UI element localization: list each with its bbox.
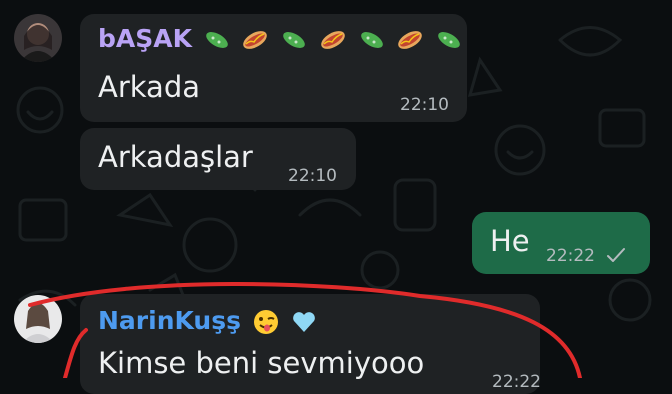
- sender-name-text: bAŞAK: [98, 24, 192, 53]
- avatar-basak[interactable]: [14, 14, 62, 62]
- message-time: 22:10: [288, 166, 337, 186]
- cucumber-emoji: [283, 32, 305, 48]
- sender-name[interactable]: bAŞAK: [98, 24, 463, 54]
- avatar-narinkuss[interactable]: [14, 295, 62, 343]
- message-bubble-outgoing[interactable]: He 22:22: [472, 212, 650, 274]
- message-time: 22:22: [546, 246, 595, 266]
- winking-tongue-emoji: [253, 310, 278, 334]
- message-text: Arkadaşlar: [98, 140, 253, 174]
- message-text: Arkada: [98, 70, 200, 104]
- cucumber-emoji: [205, 32, 228, 48]
- sent-checkmark-icon: [607, 248, 625, 262]
- cucumber-emoji: [438, 32, 460, 48]
- light-blue-heart-emoji: [293, 312, 316, 332]
- hotdog-emoji: [321, 31, 345, 49]
- message-bubble-incoming[interactable]: Arkadaşlar 22:10: [80, 128, 356, 190]
- message-bubble-incoming[interactable]: NarinKuşş Kimse beni sevmiyooo 22:22: [80, 294, 541, 394]
- message-time: 22:22: [492, 372, 541, 392]
- sender-name-text: NarinKuşş: [98, 306, 241, 335]
- message-time: 22:10: [400, 95, 449, 115]
- sender-name[interactable]: NarinKuşş: [98, 306, 318, 336]
- hotdog-emoji: [398, 31, 423, 49]
- message-text: He: [490, 224, 530, 258]
- hotdog-emoji: [243, 31, 268, 49]
- message-bubble-incoming[interactable]: bAŞAK Arkada 22:10: [80, 14, 467, 122]
- message-text: Kimse beni sevmiyooo: [98, 346, 425, 380]
- cucumber-emoji: [360, 32, 383, 48]
